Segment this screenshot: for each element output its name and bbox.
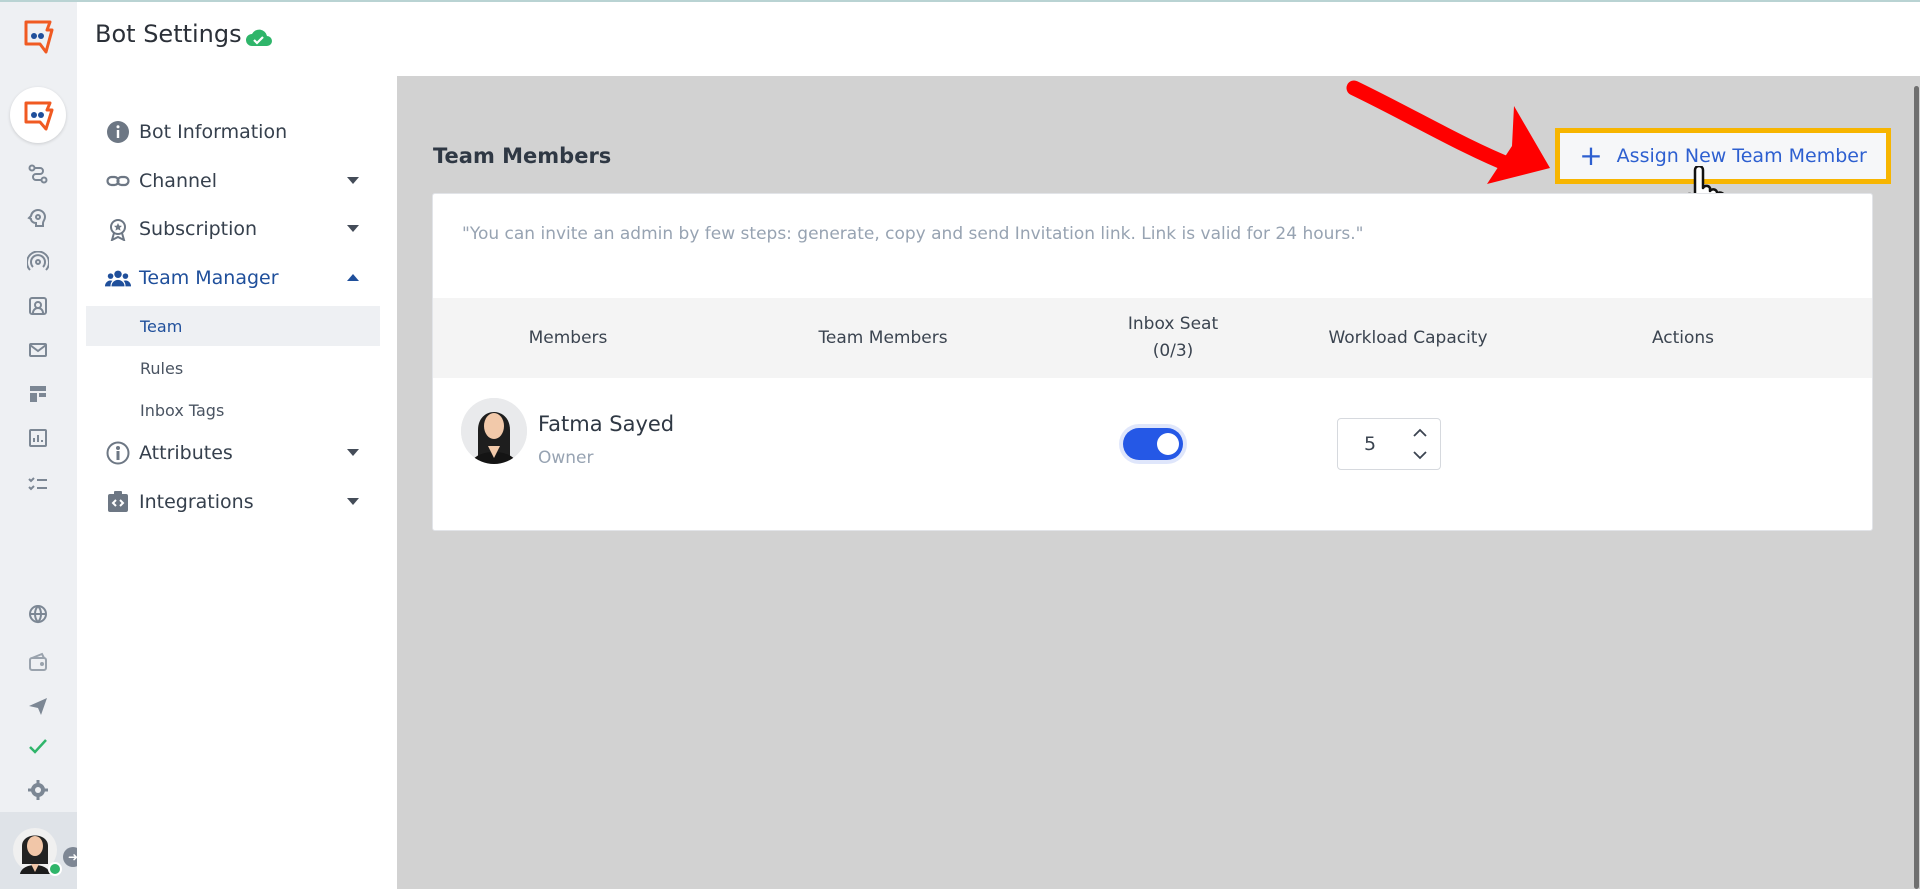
menu-item-bot-information[interactable]: Bot Information [105, 117, 359, 147]
contacts-icon[interactable] [26, 294, 50, 318]
flow-icon[interactable] [26, 162, 50, 186]
submenu-item-rules[interactable]: Rules [86, 348, 380, 388]
red-arrow-annotation [1346, 80, 1550, 184]
broadcast-icon[interactable] [26, 250, 50, 274]
menu-item-attributes[interactable]: Attributes [105, 438, 359, 468]
award-icon [105, 216, 131, 242]
check-icon[interactable] [26, 734, 50, 758]
page-header: Bot Settings [77, 2, 1920, 76]
column-actions: Actions [1651, 327, 1715, 348]
info-icon [105, 119, 131, 145]
menu-item-label: Attributes [139, 442, 233, 464]
chevron-up-icon [347, 274, 359, 281]
templates-icon[interactable] [26, 382, 50, 406]
menu-item-label: Bot Information [139, 121, 288, 143]
submenu-item-inbox-tags[interactable]: Inbox Tags [86, 390, 380, 430]
chevron-down-icon [347, 225, 359, 232]
settings-menu: Bot Information Channel Subscription Tea… [77, 76, 397, 889]
link-icon [105, 168, 131, 194]
member-role: Owner [538, 448, 594, 468]
menu-item-team-manager[interactable]: Team Manager [105, 263, 359, 293]
send-icon[interactable] [26, 694, 50, 718]
wallet-icon[interactable] [26, 650, 50, 674]
analytics-icon[interactable] [26, 426, 50, 450]
chevron-down-icon [347, 498, 359, 505]
app-logo-icon[interactable] [18, 16, 58, 56]
table-header: Members Team Members Inbox Seat (0/3) Wo… [433, 298, 1872, 378]
invite-note: "You can invite an admin by few steps: g… [462, 224, 1364, 244]
cloud-saved-icon [245, 26, 273, 50]
chevron-down-icon [347, 449, 359, 456]
chevron-down-icon [347, 177, 359, 184]
column-inbox-seat: Inbox Seat (0/3) [1073, 298, 1273, 378]
menu-item-label: Channel [139, 170, 218, 192]
brain-icon[interactable] [26, 206, 50, 230]
menu-item-integrations[interactable]: Integrations [105, 487, 359, 517]
member-avatar [461, 398, 527, 464]
users-icon [105, 265, 131, 291]
menu-item-label: Subscription [139, 218, 258, 240]
online-status-dot [48, 862, 62, 876]
inbox-seat-label: Inbox Seat [1127, 314, 1219, 334]
scrollbar[interactable] [1912, 86, 1920, 889]
workload-value: 5 [1364, 433, 1377, 455]
column-members: Members [528, 327, 608, 348]
workload-capacity-stepper[interactable]: 5 [1337, 418, 1441, 470]
menu-item-channel[interactable]: Channel [105, 166, 359, 196]
gear-icon[interactable] [26, 778, 50, 802]
chevron-down-icon[interactable] [1408, 444, 1432, 466]
column-workload-capacity: Workload Capacity [1328, 327, 1488, 348]
tasks-icon[interactable] [26, 472, 50, 496]
integrations-icon [105, 489, 131, 515]
person-info-icon [105, 440, 131, 466]
column-team-members: Team Members [818, 327, 948, 348]
icon-rail: ➜ [0, 2, 83, 889]
team-members-card: "You can invite an admin by few steps: g… [432, 193, 1873, 531]
chevron-up-icon[interactable] [1408, 422, 1432, 444]
assign-button-label: Assign New Team Member [1616, 145, 1867, 167]
menu-item-label: Team Manager [139, 267, 279, 289]
globe-icon[interactable] [26, 602, 50, 626]
inbox-seat-toggle[interactable] [1123, 428, 1183, 460]
submenu-item-team[interactable]: Team [86, 306, 380, 346]
main-content: Team Members + Assign New Team Member "Y… [397, 76, 1920, 889]
bot-avatar-icon[interactable] [10, 87, 66, 143]
menu-item-label: Integrations [139, 491, 254, 513]
inbox-seat-count: (0/3) [1152, 341, 1194, 361]
plus-icon: + [1579, 139, 1603, 172]
toggle-knob [1157, 433, 1179, 455]
scrollbar-thumb[interactable] [1914, 86, 1919, 889]
section-title: Team Members [433, 144, 612, 168]
menu-item-subscription[interactable]: Subscription [105, 214, 359, 244]
member-name: Fatma Sayed [538, 412, 675, 436]
page-title: Bot Settings [95, 20, 242, 48]
mail-icon[interactable] [26, 338, 50, 362]
table-row: Fatma Sayed Owner 5 [433, 378, 1872, 508]
